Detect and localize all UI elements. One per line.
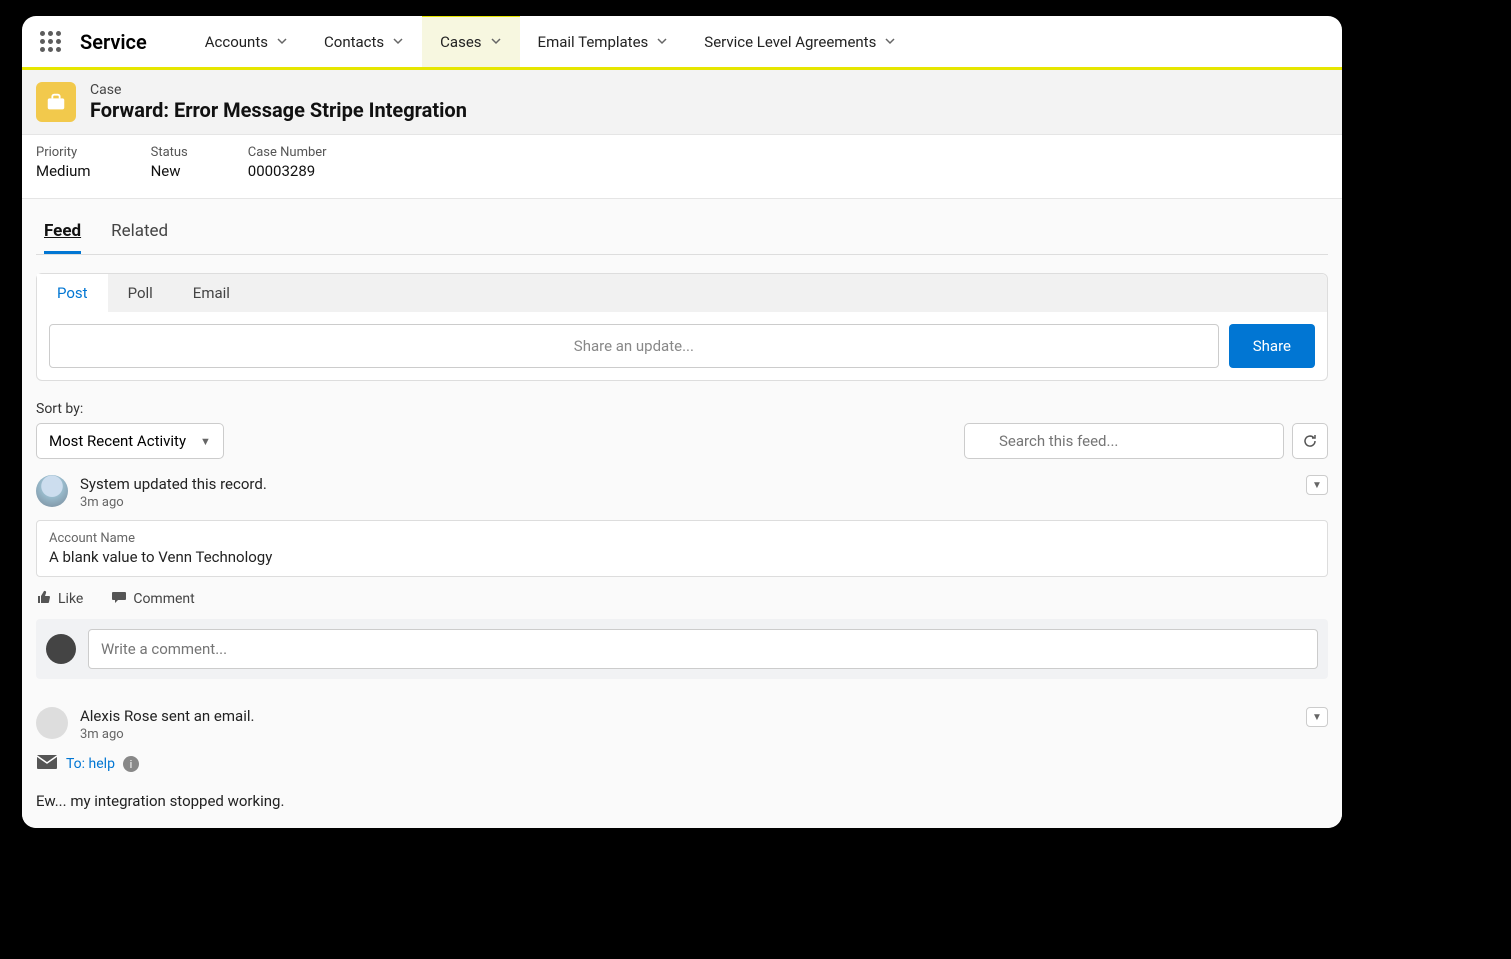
field-label: Case Number (248, 145, 327, 160)
feed-controls: Sort by: Most Recent Activity ▼ (36, 401, 1328, 459)
chevron-down-icon[interactable] (276, 33, 288, 51)
feed-item-menu[interactable]: ▼ (1306, 475, 1328, 495)
app-name: Service (80, 30, 147, 54)
content-area: Feed Related Post Poll Email Share an up… (22, 199, 1342, 828)
nav-label: Service Level Agreements (704, 33, 876, 51)
record-type-label: Case (90, 82, 467, 98)
email-to-row: To: help i (36, 754, 1328, 774)
triangle-down-icon: ▼ (200, 435, 211, 448)
publisher-tab-post[interactable]: Post (37, 274, 108, 312)
feed-item-email: Alexis Rose sent an email. 3m ago ▼ To: … (36, 707, 1328, 828)
user-avatar-icon (46, 634, 76, 664)
nav-item-cases[interactable]: Cases (422, 16, 519, 67)
change-box: Account Name A blank value to Venn Techn… (36, 520, 1328, 577)
publisher-body: Share an update... Share (37, 312, 1327, 380)
comment-icon (111, 589, 127, 609)
sort-by-label: Sort by: (36, 401, 224, 417)
feed-actions: Like Comment (36, 589, 1328, 609)
app-launcher-icon[interactable] (40, 31, 62, 53)
share-input[interactable]: Share an update... (49, 324, 1219, 368)
feed-item-title: Alexis Rose sent an email. (80, 707, 254, 725)
comment-row (36, 619, 1328, 679)
main-tabs: Feed Related (36, 213, 1328, 255)
feed-item-time: 3m ago (80, 727, 254, 742)
nav-label: Contacts (324, 33, 384, 51)
email-to-label: To: help (66, 756, 115, 772)
field-value: New (151, 162, 188, 180)
case-icon (36, 82, 76, 122)
change-field-label: Account Name (49, 531, 1315, 546)
publisher: Post Poll Email Share an update... Share (36, 273, 1328, 381)
chevron-down-icon[interactable] (656, 33, 668, 51)
field-value: Medium (36, 162, 91, 180)
nav-item-contacts[interactable]: Contacts (306, 16, 422, 67)
comment-label: Comment (133, 591, 194, 607)
feed-item-time: 3m ago (80, 495, 267, 510)
email-body: Ew... my integration stopped working. (36, 792, 1328, 810)
feed-search-input[interactable] (964, 423, 1284, 459)
sort-value: Most Recent Activity (49, 432, 186, 450)
refresh-button[interactable] (1292, 423, 1328, 459)
comment-input[interactable] (88, 629, 1318, 669)
change-value: A blank value to Venn Technology (49, 548, 1315, 566)
field-value: 00003289 (248, 162, 327, 180)
nav-item-sla[interactable]: Service Level Agreements (686, 16, 914, 67)
user-avatar-icon (36, 707, 68, 739)
record-fields: Priority Medium Status New Case Number 0… (22, 135, 1342, 199)
publisher-tab-email[interactable]: Email (173, 274, 250, 312)
feed-item-title: System updated this record. (80, 475, 267, 493)
nav-label: Cases (440, 33, 481, 51)
top-nav: Service Accounts Contacts Cases (22, 16, 1342, 70)
sort-select[interactable]: Most Recent Activity ▼ (36, 423, 224, 459)
record-header: Case Forward: Error Message Stripe Integ… (22, 70, 1342, 135)
nav-item-email-templates[interactable]: Email Templates (520, 16, 687, 67)
thumb-up-icon (36, 589, 52, 609)
info-icon[interactable]: i (123, 756, 139, 772)
chevron-down-icon[interactable] (392, 33, 404, 51)
nav-item-accounts[interactable]: Accounts (187, 16, 306, 67)
system-avatar-icon (36, 475, 68, 507)
app-window: Service Accounts Contacts Cases (22, 16, 1342, 828)
tab-related[interactable]: Related (111, 213, 168, 254)
feed-item-system-update: System updated this record. 3m ago ▼ Acc… (36, 475, 1328, 679)
like-button[interactable]: Like (36, 589, 83, 609)
publisher-tab-poll[interactable]: Poll (108, 274, 173, 312)
chevron-down-icon[interactable] (490, 33, 502, 51)
share-button[interactable]: Share (1229, 324, 1315, 368)
record-title: Forward: Error Message Stripe Integratio… (90, 98, 467, 122)
field-label: Priority (36, 145, 91, 160)
field-case-number: Case Number 00003289 (248, 145, 327, 180)
publisher-tabs: Post Poll Email (37, 274, 1327, 312)
feed-item-menu[interactable]: ▼ (1306, 707, 1328, 727)
field-priority: Priority Medium (36, 145, 91, 180)
field-status: Status New (151, 145, 188, 180)
comment-button[interactable]: Comment (111, 589, 194, 609)
chevron-down-icon[interactable] (884, 33, 896, 51)
tab-feed[interactable]: Feed (44, 213, 81, 254)
nav-label: Accounts (205, 33, 268, 51)
nav-items: Accounts Contacts Cases Email Templates (187, 16, 915, 67)
envelope-icon (36, 754, 58, 774)
field-label: Status (151, 145, 188, 160)
nav-label: Email Templates (538, 33, 649, 51)
like-label: Like (58, 591, 83, 607)
